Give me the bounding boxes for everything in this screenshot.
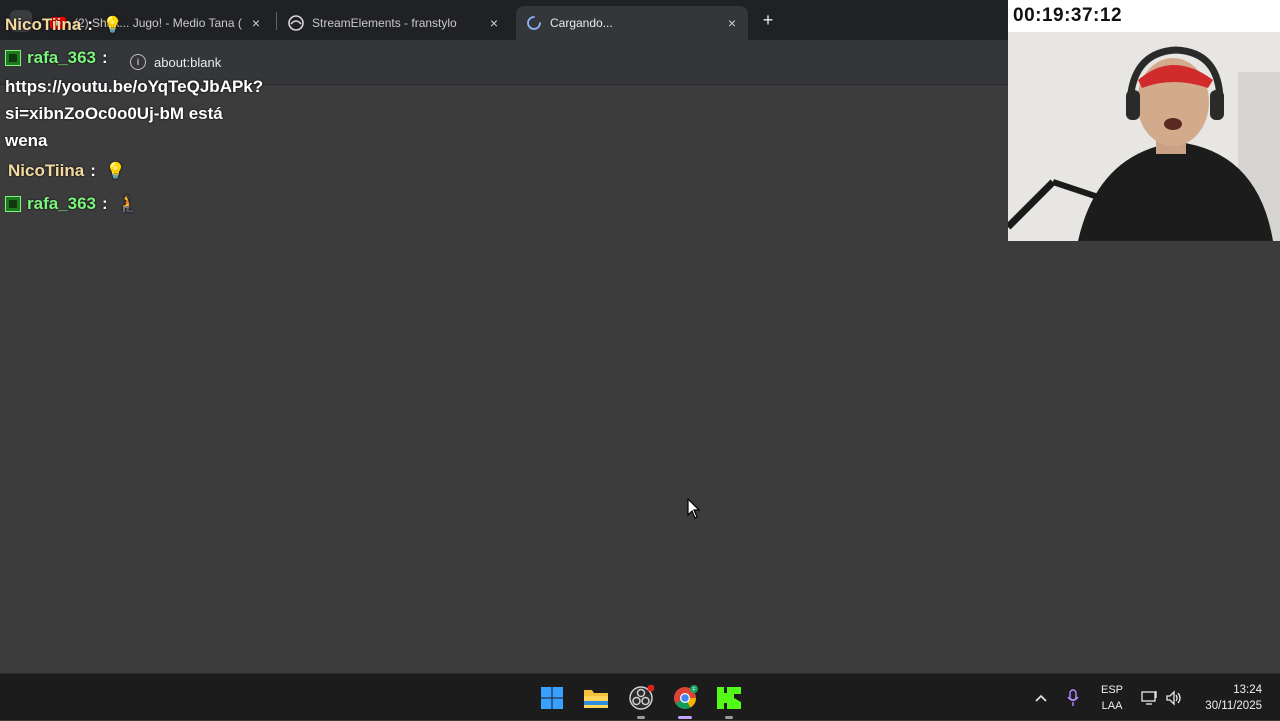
clock-date: 30/11/2025	[1205, 700, 1262, 712]
chat-username: NicoTiina	[5, 15, 82, 34]
chat-separator: :	[102, 194, 108, 213]
kneeling-person-emoji-icon: 🧎	[117, 196, 138, 213]
active-indicator	[678, 716, 692, 719]
windows-start-icon[interactable]	[536, 682, 568, 714]
network-icon[interactable]	[1141, 674, 1159, 721]
chat-message: rafa_363 : 🧎	[5, 194, 138, 214]
chat-separator: :	[90, 161, 96, 180]
address-bar-url[interactable]: about:blank	[154, 55, 221, 70]
loading-spinner-icon	[526, 15, 542, 31]
chat-text-line: wena	[5, 131, 48, 150]
windows-taskbar: F ESP LAA 13:24 30/11/2025	[0, 673, 1280, 720]
clock-time: 13:24	[1233, 684, 1262, 696]
tab-close-icon[interactable]: ×	[722, 15, 742, 31]
address-bar[interactable]: i about:blank	[124, 48, 1004, 76]
tab-loading[interactable]: Cargando... ×	[516, 6, 748, 40]
subscriber-badge-icon	[5, 50, 21, 66]
tab-close-icon[interactable]: ×	[246, 15, 266, 31]
chat-username: rafa_363	[27, 194, 97, 213]
chat-separator: :	[87, 15, 93, 34]
chat-text-line: si=xibnZoOc0o0Uj-bM está	[5, 104, 223, 123]
chat-username: NicoTiina	[8, 161, 85, 180]
tab-streamelements[interactable]: StreamElements - franstylo ×	[278, 6, 510, 40]
webcam-feed	[1008, 32, 1280, 241]
chat-username: rafa_363	[27, 48, 97, 67]
chat-message: rafa_363 :	[5, 48, 108, 68]
lightbulb-emoji-icon: 💡	[102, 17, 123, 34]
input-language-indicator[interactable]: ESP LAA	[1101, 682, 1123, 714]
mouse-cursor-icon	[687, 497, 701, 525]
stream-timer: 00:19:37:12	[1008, 0, 1280, 32]
tab-separator	[276, 12, 277, 30]
chat-message: NicoTiina : 💡	[5, 15, 123, 35]
obs-icon[interactable]	[625, 682, 657, 719]
language-code: ESP	[1101, 684, 1124, 696]
tab-title: StreamElements - franstylo	[312, 16, 457, 30]
tab-title: Cargando...	[550, 16, 613, 30]
webcam-image	[1008, 32, 1280, 241]
chat-text-line: https://youtu.be/oYqTeQJbAPk?	[5, 77, 264, 96]
tab-close-icon[interactable]: ×	[484, 15, 504, 31]
chrome-icon[interactable]: F	[669, 682, 701, 719]
chat-message-text: https://youtu.be/oYqTeQJbAPk? si=xibnZoO…	[5, 73, 263, 154]
running-indicator	[637, 716, 645, 719]
system-clock[interactable]: 13:24 30/11/2025	[1205, 682, 1262, 714]
tray-overflow-icon[interactable]	[1034, 674, 1048, 721]
new-tab-button[interactable]: +	[758, 10, 778, 30]
running-indicator	[725, 716, 733, 719]
lightbulb-emoji-icon: 💡	[105, 163, 126, 180]
kick-icon[interactable]	[713, 682, 745, 719]
svg-text:F: F	[692, 687, 695, 693]
subscriber-badge-icon	[5, 196, 21, 212]
browser-tabstrip: (2) Shak... Jugo! - Medio Tana ( × Strea…	[0, 0, 1008, 40]
site-info-icon[interactable]: i	[130, 54, 146, 70]
keyboard-layout: LAA	[1101, 700, 1123, 712]
file-explorer-icon[interactable]	[580, 682, 612, 714]
chat-message: NicoTiina : 💡	[5, 161, 126, 181]
streamelements-favicon-icon	[288, 15, 304, 31]
microphone-icon[interactable]	[1066, 674, 1080, 721]
volume-icon[interactable]	[1165, 674, 1183, 721]
chat-separator: :	[102, 48, 108, 67]
